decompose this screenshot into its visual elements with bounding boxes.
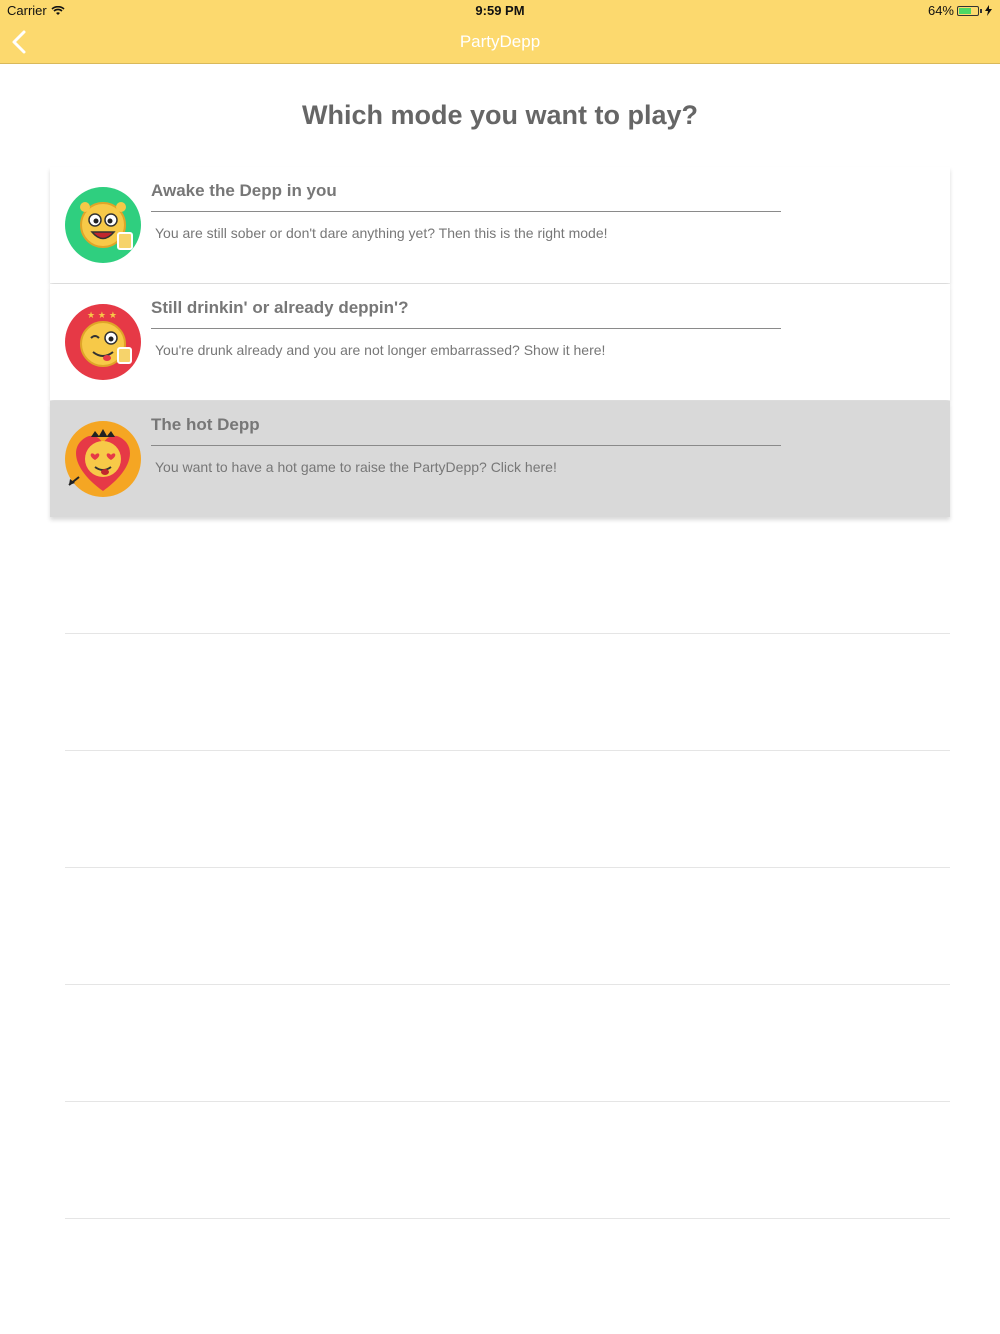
svg-text:★ ★ ★: ★ ★ ★ — [87, 311, 117, 321]
empty-row-separator — [65, 867, 950, 868]
hot-emoji-icon — [65, 421, 141, 497]
page-heading: Which mode you want to play? — [301, 100, 698, 130]
navigation-bar: Carrier 9:59 PM 64% PartyDepp — [0, 0, 1000, 64]
mode-card-awake[interactable]: Awake the Depp in you You are still sobe… — [50, 167, 950, 283]
sober-emoji-icon — [65, 187, 141, 263]
battery: 64% — [928, 3, 992, 18]
empty-row-separator — [65, 750, 950, 751]
mode-title: Awake the Depp in you — [151, 181, 337, 200]
mode-divider — [151, 445, 781, 446]
status-bar: Carrier 9:59 PM 64% — [0, 0, 1000, 20]
charging-bolt-icon — [985, 5, 992, 16]
navbar-title: PartyDepp — [459, 32, 541, 51]
battery-percent: 64% — [927, 3, 954, 18]
mode-description: You're drunk already and you are not lon… — [155, 342, 606, 358]
empty-row-separator — [65, 1101, 950, 1102]
mode-title: Still drinkin' or already deppin'? — [151, 298, 409, 317]
mode-card-drinking[interactable]: ★ ★ ★ Still drinkin' or already deppin'?… — [50, 284, 950, 400]
mode-description: You are still sober or don't dare anythi… — [155, 225, 608, 241]
mode-description: You want to have a hot game to raise the… — [155, 459, 557, 475]
empty-row-separator — [65, 633, 950, 634]
mode-title: The hot Depp — [151, 415, 260, 434]
status-time: 9:59 PM — [475, 3, 525, 18]
mode-card-hot[interactable]: The hot Depp You want to have a hot game… — [50, 401, 950, 517]
empty-row-separator — [65, 1218, 950, 1219]
battery-icon — [957, 5, 979, 16]
mode-divider — [151, 211, 781, 212]
drunk-emoji-icon: ★ ★ ★ — [65, 304, 141, 380]
empty-row-separator — [65, 984, 950, 985]
mode-divider — [151, 328, 781, 329]
